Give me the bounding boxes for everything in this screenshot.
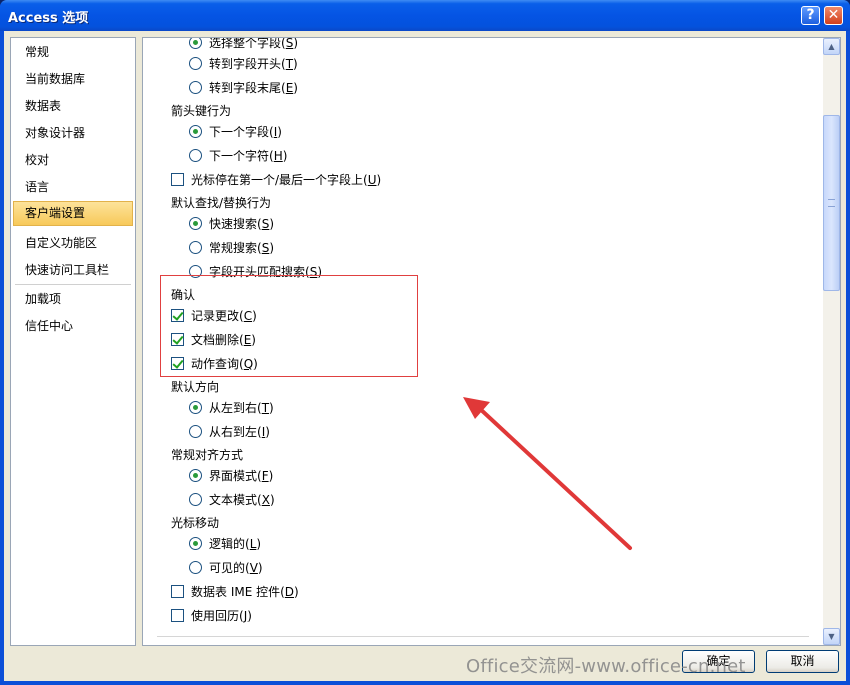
- section-divider: [157, 636, 809, 637]
- nav-item-language[interactable]: 语言: [13, 175, 133, 200]
- checkbox-record-changes[interactable]: 记录更改(C): [171, 308, 257, 324]
- section-default-find-replace: 默认查找/替换行为: [171, 196, 272, 210]
- checkbox-control[interactable]: [171, 357, 184, 370]
- radio-interface-mode[interactable]: 界面模式(F): [189, 468, 273, 484]
- checkbox-control[interactable]: [171, 609, 184, 622]
- nav-divider: [15, 284, 131, 285]
- section-confirm: 确认: [171, 288, 196, 302]
- radio-start-of-field-search[interactable]: 字段开头匹配搜索(S): [189, 264, 322, 280]
- scrollbar-thumb[interactable]: [823, 115, 840, 291]
- checkbox-control[interactable]: [171, 309, 184, 322]
- radio-control[interactable]: [189, 493, 202, 506]
- radio-go-to-end-of-field[interactable]: 转到字段末尾(E): [189, 80, 298, 96]
- help-icon: ?: [806, 7, 815, 23]
- arrow-down-icon: ▼: [828, 632, 835, 641]
- radio-next-character[interactable]: 下一个字符(H): [189, 148, 287, 164]
- radio-control[interactable]: [189, 125, 202, 138]
- nav-item-client-settings[interactable]: 客户端设置: [13, 201, 133, 226]
- close-icon: ✕: [827, 7, 840, 23]
- options-dialog: Access 选项 ? ✕ 常规 当前数据库 数据表 对象设计器 校对 语言 客…: [0, 0, 850, 685]
- radio-control[interactable]: [189, 57, 202, 70]
- radio-control[interactable]: [189, 81, 202, 94]
- cancel-button[interactable]: 取消: [766, 650, 839, 673]
- help-button[interactable]: ?: [801, 6, 820, 25]
- arrow-up-icon: ▲: [828, 42, 835, 51]
- radio-fast-search[interactable]: 快速搜索(S): [189, 216, 274, 232]
- radio-next-field[interactable]: 下一个字段(I): [189, 124, 282, 140]
- nav-item-customize-ribbon[interactable]: 自定义功能区: [13, 231, 133, 256]
- radio-text-mode[interactable]: 文本模式(X): [189, 492, 275, 508]
- checkbox-document-deletions[interactable]: 文档删除(E): [171, 332, 256, 348]
- radio-select-whole-field[interactable]: 选择整个字段(S): [189, 38, 298, 51]
- checkbox-control[interactable]: [171, 585, 184, 598]
- nav-item-general[interactable]: 常规: [13, 40, 133, 65]
- options-panel: 选择整个字段(S) 转到字段开头(T) 转到字段末尾(E) 箭头键行为 下一个字…: [142, 37, 841, 646]
- scroll-up-button[interactable]: ▲: [823, 38, 840, 55]
- dialog-client-area: 常规 当前数据库 数据表 对象设计器 校对 语言 客户端设置 自定义功能区 快速…: [4, 31, 846, 681]
- close-button[interactable]: ✕: [824, 6, 843, 25]
- radio-control[interactable]: [189, 149, 202, 162]
- checkbox-use-hijri-calendar[interactable]: 使用回历(J): [171, 608, 252, 624]
- checkbox-control[interactable]: [171, 333, 184, 346]
- nav-item-quick-access-toolbar[interactable]: 快速访问工具栏: [13, 258, 133, 283]
- radio-control[interactable]: [189, 537, 202, 550]
- radio-left-to-right[interactable]: 从左到右(T): [189, 400, 274, 416]
- radio-control[interactable]: [189, 561, 202, 574]
- checkbox-action-queries[interactable]: 动作查询(Q): [171, 356, 258, 372]
- section-general-alignment: 常规对齐方式: [171, 448, 244, 462]
- radio-visual[interactable]: 可见的(V): [189, 560, 263, 576]
- nav-item-datasheet[interactable]: 数据表: [13, 94, 133, 119]
- title-bar[interactable]: Access 选项 ? ✕: [0, 0, 850, 31]
- radio-control[interactable]: [189, 38, 202, 49]
- radio-control[interactable]: [189, 425, 202, 438]
- nav-item-proofing[interactable]: 校对: [13, 148, 133, 173]
- section-arrow-key-behavior: 箭头键行为: [171, 104, 232, 118]
- radio-control[interactable]: [189, 241, 202, 254]
- window-title: Access 选项: [8, 11, 89, 26]
- radio-control[interactable]: [189, 469, 202, 482]
- checkbox-control[interactable]: [171, 173, 184, 186]
- radio-control[interactable]: [189, 401, 202, 414]
- nav-item-add-ins[interactable]: 加载项: [13, 287, 133, 312]
- category-nav: 常规 当前数据库 数据表 对象设计器 校对 语言 客户端设置 自定义功能区 快速…: [10, 37, 136, 646]
- radio-logical[interactable]: 逻辑的(L): [189, 536, 261, 552]
- grip-icon: [828, 199, 835, 207]
- nav-item-trust-center[interactable]: 信任中心: [13, 314, 133, 339]
- scroll-down-button[interactable]: ▼: [823, 628, 840, 645]
- checkbox-cursor-stops-at-first-last-field[interactable]: 光标停在第一个/最后一个字段上(U): [171, 172, 381, 188]
- section-cursor-movement: 光标移动: [171, 516, 220, 530]
- checkbox-datasheet-ime-control[interactable]: 数据表 IME 控件(D): [171, 584, 299, 600]
- radio-control[interactable]: [189, 265, 202, 278]
- section-default-direction: 默认方向: [171, 380, 220, 394]
- radio-go-to-start-of-field[interactable]: 转到字段开头(T): [189, 56, 298, 72]
- nav-item-object-designers[interactable]: 对象设计器: [13, 121, 133, 146]
- radio-general-search[interactable]: 常规搜索(S): [189, 240, 274, 256]
- radio-control[interactable]: [189, 217, 202, 230]
- nav-item-current-database[interactable]: 当前数据库: [13, 67, 133, 92]
- watermark: Office交流网-www.office-cn.net: [466, 656, 746, 677]
- radio-right-to-left[interactable]: 从右到左(I): [189, 424, 270, 440]
- vertical-scrollbar[interactable]: ▲ ▼: [823, 38, 840, 645]
